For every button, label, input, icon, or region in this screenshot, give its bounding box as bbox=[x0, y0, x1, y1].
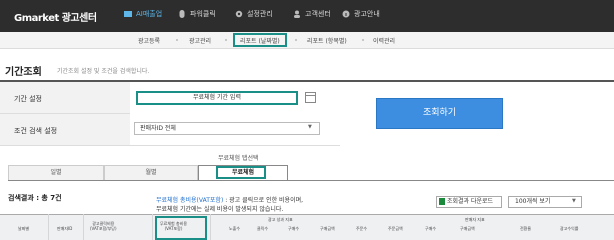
page-title: 기간조회 bbox=[5, 67, 42, 78]
chevron-down-icon: ▼ bbox=[308, 124, 312, 130]
chevron-down-icon: ▼ bbox=[572, 198, 576, 204]
submenu-ad-register[interactable]: 광고등록 bbox=[138, 36, 160, 45]
page-description: 기간조회 설정 및 조건을 검색합니다. bbox=[57, 68, 150, 75]
group-header-seller-metrics: 판매자 지표 bbox=[465, 217, 485, 222]
ai-sales-icon bbox=[124, 11, 132, 17]
column-header-seller-id: 판매자ID bbox=[57, 226, 73, 231]
group-header-ad-metrics: 광고 성과 지표 bbox=[268, 217, 293, 222]
nav-item-ai-sales[interactable]: AI매출업 bbox=[124, 9, 162, 19]
annotation-text-line2: 무료체험 기간에는 실제 비용이 발생되지 않습니다. bbox=[156, 206, 284, 213]
column-divider bbox=[210, 214, 211, 240]
highlight-box-submenu bbox=[233, 33, 287, 47]
tab-monthly[interactable]: 월별 bbox=[104, 165, 198, 180]
calendar-icon[interactable] bbox=[305, 92, 316, 103]
page-size-select[interactable]: 100개씩 보기 bbox=[508, 196, 582, 208]
tab-daily[interactable]: 일별 bbox=[8, 165, 104, 180]
nav-item-settings[interactable]: 설정관리 bbox=[235, 9, 273, 19]
submenu-separator bbox=[176, 39, 178, 41]
column-header-conversion-rate: 전환율 bbox=[520, 226, 532, 231]
mouse-icon bbox=[179, 10, 185, 18]
tab-divider bbox=[8, 180, 614, 181]
column-divider bbox=[48, 214, 49, 240]
column-header-purchases: 구매수 bbox=[288, 226, 300, 231]
submenu-history[interactable]: 이력관리 bbox=[373, 36, 395, 45]
column-header-purchase-amount: 구매금액 bbox=[320, 226, 335, 231]
cost-annotation: 무료체험 총비용(VAT포함) : 광고 클릭으로 인한 비용이며, 무료체험 … bbox=[156, 196, 303, 214]
submenu-separator bbox=[295, 39, 297, 41]
info-icon bbox=[342, 10, 350, 18]
download-results-button[interactable]: 조회결과 다운로드 bbox=[436, 196, 502, 208]
user-icon bbox=[294, 10, 300, 18]
column-header-seller-purchases: 구매수 bbox=[425, 226, 437, 231]
search-button[interactable]: 조회하기 bbox=[376, 98, 503, 129]
annotation-highlight: 무료체험 총비용(VAT포함) bbox=[156, 197, 224, 204]
nav-item-ad-guide[interactable]: 광고안내 bbox=[342, 9, 380, 19]
column-header-order-amount: 주문금액 bbox=[388, 226, 403, 231]
column-header-roas: 광고수익률 bbox=[560, 226, 579, 231]
highlight-box-column bbox=[155, 216, 207, 240]
highlight-box-tab bbox=[216, 166, 266, 179]
submenu-separator bbox=[362, 39, 364, 41]
condition-label: 조건 검색 설정 bbox=[14, 127, 58, 135]
excel-icon bbox=[439, 198, 445, 205]
submenu-ad-manage[interactable]: 광고관리 bbox=[189, 36, 211, 45]
period-label: 기간 설정 bbox=[14, 95, 42, 103]
submenu-separator bbox=[225, 39, 227, 41]
nav-item-customer-center[interactable]: 고객센터 bbox=[293, 9, 331, 19]
tab-tip-label: 무료체험 탭선택 bbox=[218, 155, 259, 162]
column-header-seller-purchase-amount: 구매금액 bbox=[460, 226, 475, 231]
submenu-report-item[interactable]: 리포트 (항목별) bbox=[307, 36, 347, 45]
result-count: 검색결과 : 총 7건 bbox=[8, 194, 62, 202]
column-divider bbox=[83, 214, 84, 240]
column-header-click-cost: 광고클릭비용 (VAT포함/부당) bbox=[90, 221, 117, 231]
column-header-date: 날짜별 bbox=[18, 226, 30, 231]
seller-id-select[interactable]: 판매자ID 전체 bbox=[134, 122, 320, 135]
column-header-orders: 주문수 bbox=[356, 226, 368, 231]
brand-logo[interactable]: Gmarket 광고센터 bbox=[14, 9, 97, 24]
nav-item-powerclick[interactable]: 파워클릭 bbox=[178, 9, 216, 19]
settings-icon bbox=[235, 10, 243, 18]
period-input[interactable]: 무료체험 기간 입력 bbox=[136, 91, 298, 105]
annotation-text: : 광고 클릭으로 인한 비용이며, bbox=[225, 197, 304, 204]
column-header-impressions: 노출수 bbox=[229, 226, 241, 231]
column-header-clicks: 클릭수 bbox=[257, 226, 269, 231]
column-divider bbox=[152, 214, 153, 240]
